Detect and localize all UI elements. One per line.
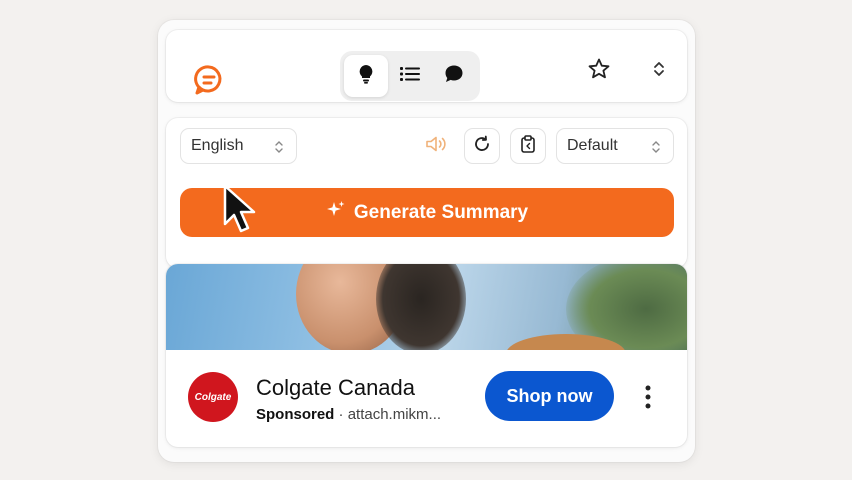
language-value: English [191, 137, 244, 154]
clipboard-icon [520, 134, 536, 158]
mouse-pointer-icon [222, 184, 258, 239]
chevron-updown-icon [274, 139, 284, 160]
refresh-icon [473, 135, 491, 158]
shop-now-button[interactable]: Shop now [485, 371, 614, 421]
star-icon [587, 57, 611, 86]
mode-chat-button[interactable] [432, 55, 476, 97]
ad-title[interactable]: Colgate Canada [256, 375, 415, 401]
sponsored-label: Sponsored [256, 406, 335, 423]
ad-subtitle: Sponsored · attach.mikm... [256, 406, 441, 423]
app-logo-icon[interactable] [192, 63, 226, 97]
style-select[interactable]: Default [556, 128, 674, 164]
mode-insights-button[interactable] [344, 55, 388, 97]
sponsored-ad[interactable]: Colgate Colgate Canada Sponsored · attac… [166, 264, 687, 447]
mode-list-button[interactable] [388, 55, 432, 97]
regenerate-button[interactable] [464, 128, 500, 164]
lightbulb-icon [357, 64, 375, 89]
top-toolbar [166, 30, 687, 102]
generate-summary-label: Generate Summary [353, 201, 529, 223]
favorite-button[interactable] [584, 56, 614, 86]
more-options-icon[interactable] [638, 382, 658, 412]
speaker-icon [426, 136, 448, 157]
style-value: Default [567, 137, 618, 154]
ad-domain: attach.mikm... [347, 406, 442, 423]
mode-switcher [340, 51, 480, 101]
chevron-updown-icon [651, 139, 661, 160]
brand-logo[interactable]: Colgate [188, 372, 238, 422]
separator: · [338, 406, 344, 423]
chevron-updown-icon [652, 59, 666, 84]
list-icon [400, 66, 420, 87]
sparkle-icon [326, 200, 346, 226]
ad-image[interactable] [166, 264, 687, 350]
copy-button[interactable] [510, 128, 546, 164]
language-select[interactable]: English [180, 128, 297, 164]
expand-button[interactable] [647, 56, 671, 86]
chat-bubble-icon [444, 64, 464, 89]
speak-button[interactable] [421, 130, 453, 162]
summary-panel: English Default Generate Summary Colgate… [158, 20, 695, 462]
